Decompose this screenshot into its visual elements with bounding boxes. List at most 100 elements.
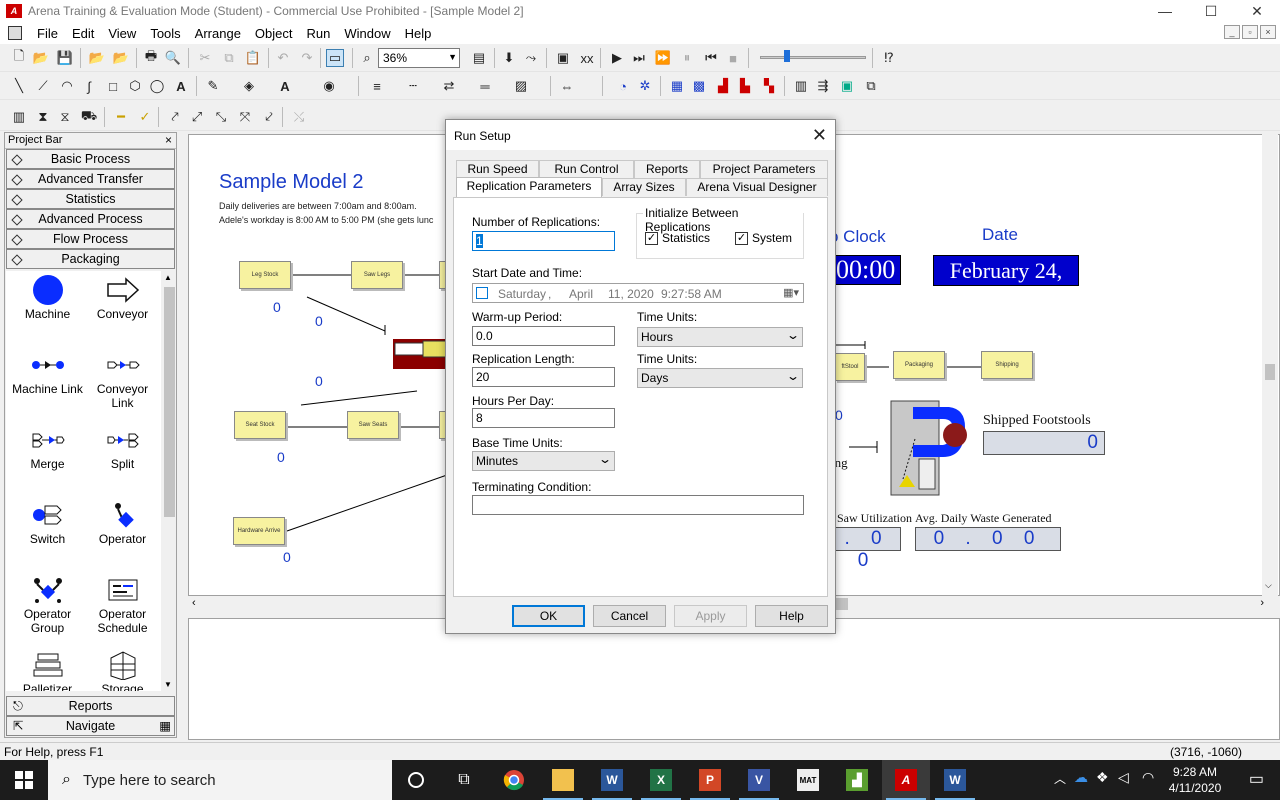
fast-forward-icon[interactable]: ⏩ (654, 49, 672, 67)
panel-reports[interactable]: ⎋ Reports (6, 696, 175, 716)
packaging-block[interactable]: Packaging (893, 351, 945, 379)
template-attach-icon[interactable]: 📂 (88, 49, 106, 67)
bezier-icon[interactable]: ∫ (80, 77, 98, 95)
document-icon[interactable] (8, 26, 22, 40)
module-conveyor[interactable]: Conveyor (85, 273, 160, 321)
show-hidden-icon[interactable]: ︿ (1054, 770, 1066, 787)
module-machine-link[interactable]: Machine Link (10, 348, 85, 396)
text-icon[interactable]: A (172, 77, 190, 95)
hardware-arrive-block[interactable]: Hardware Arrive (233, 517, 285, 545)
word-app[interactable]: W (588, 760, 636, 800)
panel-statistics[interactable]: Statistics (6, 189, 175, 209)
check-route-icon[interactable]: ✓ (136, 108, 154, 126)
clock-icon[interactable]: ◔ (614, 77, 632, 95)
chart-app[interactable]: ▟ (833, 760, 881, 800)
template-detach-icon[interactable]: 📂 (112, 49, 130, 67)
terminating-condition-input[interactable] (472, 495, 804, 515)
replication-time-units-select[interactable]: Days ⌄ (637, 368, 803, 388)
network-link-icon[interactable]: ⤧ (236, 108, 254, 126)
warmup-time-units-select[interactable]: Hours ⌄ (637, 327, 803, 347)
tab-run-control[interactable]: Run Control (539, 160, 634, 178)
warmup-input[interactable]: 0.0 (472, 326, 615, 346)
project-bar-scrollbar[interactable]: ▲ ▼ (163, 271, 176, 691)
panel-packaging[interactable]: Packaging (6, 249, 175, 269)
tab-array-sizes[interactable]: Array Sizes (602, 178, 686, 196)
disabled-tool-icon[interactable]: ⤯ (290, 108, 308, 126)
fill-pattern-icon[interactable]: ▨ (512, 77, 530, 95)
sxx-icon[interactable]: xx (578, 49, 596, 67)
variable-icon[interactable]: ▦ (668, 77, 686, 95)
system-checkbox[interactable]: ✓ System (735, 231, 792, 245)
tab-arena-visual-designer[interactable]: Arena Visual Designer (686, 178, 828, 196)
leg-stock-block[interactable]: Leg Stock (239, 261, 291, 289)
parking-icon[interactable]: ⧖ (56, 108, 74, 126)
global-icon[interactable]: ⇶ (814, 77, 832, 95)
mdi-minimize-button[interactable]: _ (1224, 25, 1240, 39)
panel-basic-process[interactable]: Basic Process (6, 149, 175, 169)
menu-view[interactable]: View (101, 26, 143, 41)
paste-icon[interactable]: 📋 (244, 49, 262, 67)
close-window-button[interactable]: ✕ (1234, 0, 1280, 22)
module-conveyor-link[interactable]: Conveyor Link (85, 348, 160, 410)
visio-app[interactable]: V (735, 760, 783, 800)
line-icon[interactable]: ╲ (10, 77, 28, 95)
arena-app[interactable]: A (882, 760, 930, 800)
panel-advanced-transfer[interactable]: Advanced Transfer (6, 169, 175, 189)
module-operator-group[interactable]: Operator Group (10, 573, 85, 635)
dropbox-icon[interactable]: ❖ (1096, 769, 1109, 786)
cut-icon[interactable]: ✂ (196, 49, 214, 67)
statistics-checkbox[interactable]: ✓ Statistics (645, 231, 710, 245)
module-machine[interactable]: Machine (10, 273, 85, 321)
transporter-icon[interactable]: ▣ (838, 77, 856, 95)
seat-stock-block[interactable]: Seat Stock (234, 411, 286, 439)
polygon-icon[interactable]: ⬡ (126, 77, 144, 95)
file-explorer-app[interactable] (539, 760, 587, 800)
tab-replication-parameters[interactable]: Replication Parameters (456, 177, 602, 197)
module-storage[interactable]: Storage (85, 648, 160, 691)
excel-app[interactable]: X (637, 760, 685, 800)
menu-edit[interactable]: Edit (65, 26, 101, 41)
canvas-vertical-scrollbar[interactable]: ⌵ (1262, 134, 1278, 596)
network-icon[interactable]: ⤡ (212, 108, 230, 126)
animate-connectors-icon[interactable]: ▣ (554, 49, 572, 67)
volume-icon[interactable]: ◁ (1118, 769, 1129, 786)
ok-button[interactable]: OK (512, 605, 585, 627)
end-icon[interactable]: ■ (724, 49, 742, 67)
menu-help[interactable]: Help (398, 26, 439, 41)
tab-reports[interactable]: Reports (634, 160, 700, 178)
menu-arrange[interactable]: Arrange (188, 26, 248, 41)
saw-seats-block[interactable]: Saw Seats (347, 411, 399, 439)
route-icon[interactable]: ━ (112, 108, 130, 126)
print-preview-icon[interactable]: 🔍 (164, 49, 182, 67)
print-icon[interactable]: 🖶 (142, 48, 160, 67)
taskbar-search[interactable]: ⌕ Type here to search (48, 760, 392, 800)
save-icon[interactable]: 💾 (56, 49, 74, 67)
polyline-icon[interactable]: ⟋ (34, 77, 52, 95)
go-icon[interactable]: ▶ (608, 49, 626, 67)
arrow-toggle-icon[interactable]: ⇔ (558, 77, 576, 95)
help-button[interactable]: Help (755, 605, 828, 627)
task-view-button[interactable]: ⧉ (440, 760, 488, 800)
minimize-button[interactable]: — (1142, 0, 1188, 22)
menu-run[interactable]: Run (300, 26, 338, 41)
line-pattern-icon[interactable]: ═ (476, 77, 494, 95)
chrome-app[interactable] (490, 760, 538, 800)
hours-per-day-input[interactable]: 8 (472, 408, 615, 428)
arrow-style-icon[interactable]: ⇄ (440, 77, 458, 95)
layers-icon[interactable]: ▤ (470, 49, 488, 67)
date-icon[interactable]: ✲ (636, 77, 654, 95)
module-switch[interactable]: Switch (10, 498, 85, 546)
zoom-select[interactable]: 36% ▼ (378, 48, 460, 68)
vehicle-icon[interactable]: ⛟ (80, 108, 98, 126)
footstool-block[interactable]: ftStool (835, 353, 865, 381)
background-color-icon[interactable]: ◉ (320, 77, 338, 95)
start-button[interactable] (0, 760, 48, 800)
saw-legs-block[interactable]: Saw Legs (351, 261, 403, 289)
apply-button[interactable]: Apply (674, 605, 747, 627)
onedrive-icon[interactable]: ☁ (1074, 769, 1088, 786)
segment-icon[interactable]: ⤤ (166, 108, 184, 126)
text-color-icon[interactable]: A (276, 77, 294, 95)
module-split[interactable]: Split (85, 423, 160, 471)
open-folder-icon[interactable]: 📂 (32, 49, 50, 67)
plot-icon[interactable]: ▙ (736, 77, 754, 95)
